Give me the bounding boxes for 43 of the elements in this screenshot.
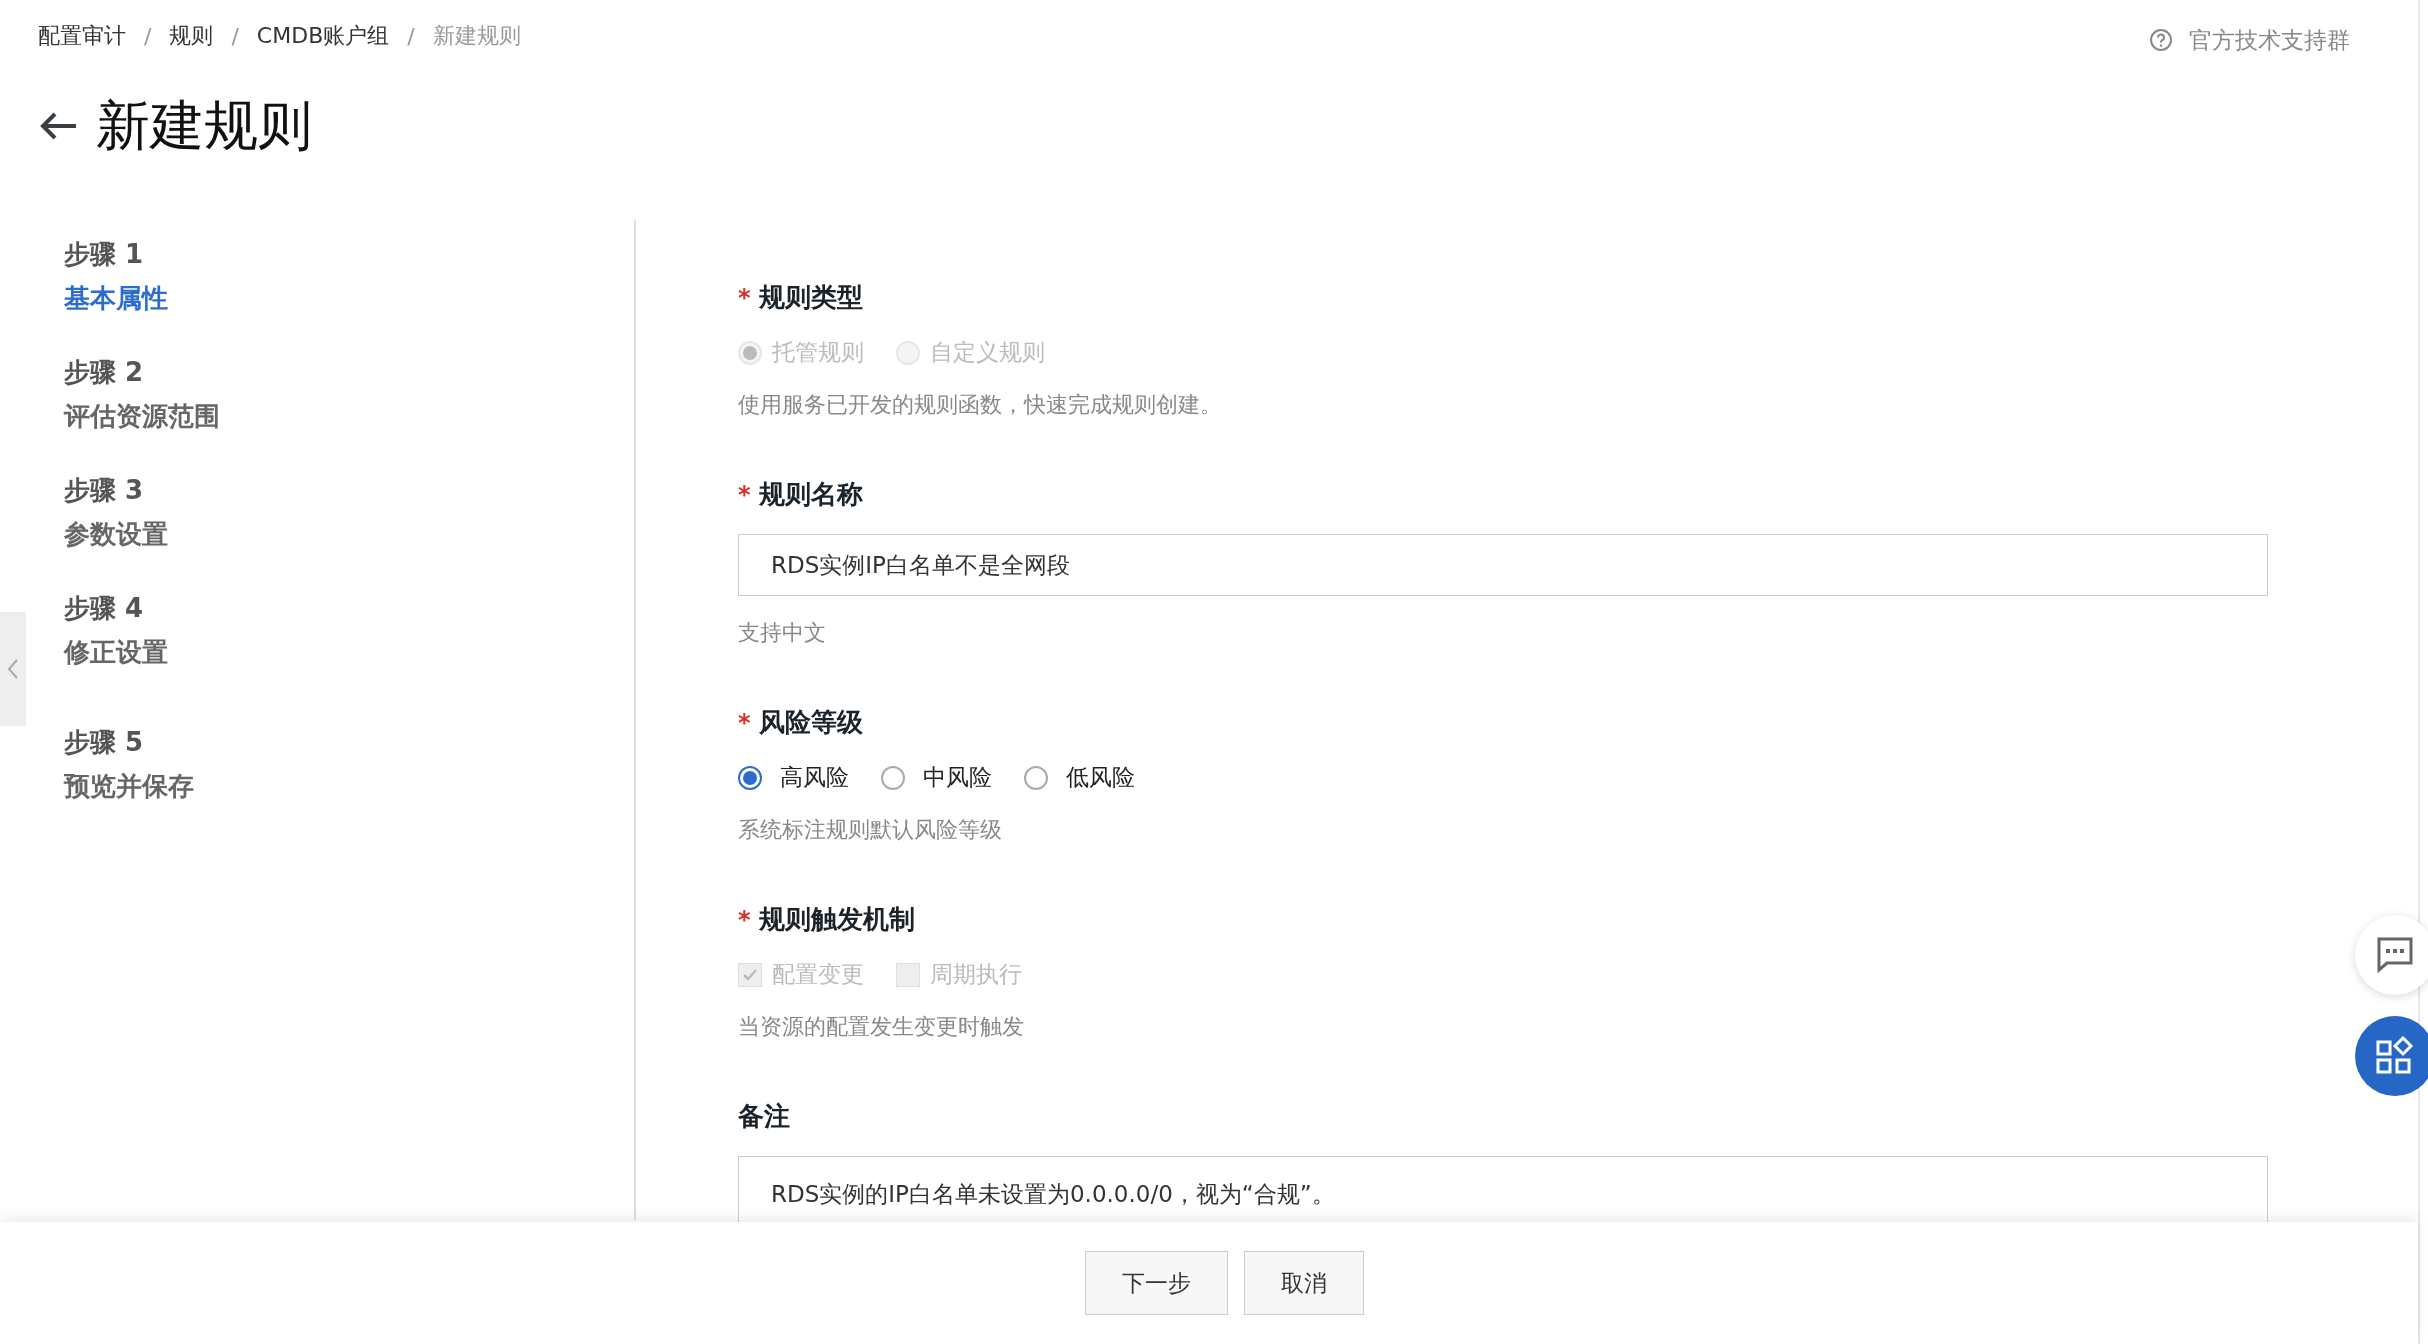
required-mark: * — [738, 905, 751, 934]
breadcrumb-link[interactable]: 配置审计 — [38, 21, 126, 51]
support-link[interactable]: 官方技术支持群 — [2149, 24, 2350, 56]
radio-option[interactable]: 中风险 — [881, 762, 992, 793]
step-number: 步骤 4 — [64, 592, 145, 625]
required-mark: * — [738, 708, 751, 737]
breadcrumb-separator: / — [231, 23, 239, 49]
breadcrumb-separator: / — [144, 23, 152, 49]
breadcrumb-separator: / — [407, 23, 415, 49]
footer-button[interactable]: 取消 — [1243, 1251, 1364, 1315]
step-number: 步骤 3 — [64, 474, 145, 507]
required-mark: * — [738, 480, 751, 509]
chat-icon — [2375, 935, 2415, 975]
step-name[interactable]: 预览并保存 — [64, 764, 194, 808]
help-text: 当资源的配置发生变更时触发 — [738, 1013, 1025, 1041]
radio-option[interactable]: 高风险 — [738, 762, 849, 793]
step-number: 步骤 2 — [64, 356, 145, 389]
breadcrumb-link[interactable]: CMDB账户组 — [256, 21, 390, 51]
text-input[interactable]: RDS实例IP白名单不是全网段 — [738, 534, 2268, 596]
help-icon — [2149, 28, 2173, 52]
step-name[interactable]: 参数设置 — [64, 512, 168, 556]
field-label: 规则触发机制 — [758, 903, 915, 936]
field-label: 规则类型 — [758, 281, 863, 314]
step-name[interactable]: 修正设置 — [64, 630, 168, 674]
footer-button[interactable]: 下一步 — [1084, 1251, 1228, 1315]
breadcrumb-link[interactable]: 规则 — [169, 21, 214, 51]
radio-option[interactable]: 低风险 — [1024, 762, 1135, 793]
help-text: 支持中文 — [738, 619, 827, 647]
chevron-left-icon — [7, 657, 19, 681]
chat-button[interactable] — [2355, 915, 2428, 995]
back-arrow-icon[interactable] — [38, 110, 78, 142]
apps-icon — [2375, 1036, 2415, 1076]
step-number: 步骤 1 — [64, 238, 145, 271]
step-name[interactable]: 评估资源范围 — [64, 394, 220, 438]
help-text: 系统标注规则默认风险等级 — [738, 816, 1003, 844]
step-name[interactable]: 基本属性 — [64, 276, 168, 320]
help-text: 使用服务已开发的规则函数，快速完成规则创建。 — [738, 391, 1223, 419]
page-title: 新建规则 — [96, 92, 312, 159]
field-label: 规则名称 — [758, 478, 863, 511]
field-label: 风险等级 — [758, 706, 863, 739]
field-label: 备注 — [738, 1100, 790, 1133]
step-number: 步骤 5 — [64, 726, 145, 759]
required-mark: * — [738, 283, 751, 312]
